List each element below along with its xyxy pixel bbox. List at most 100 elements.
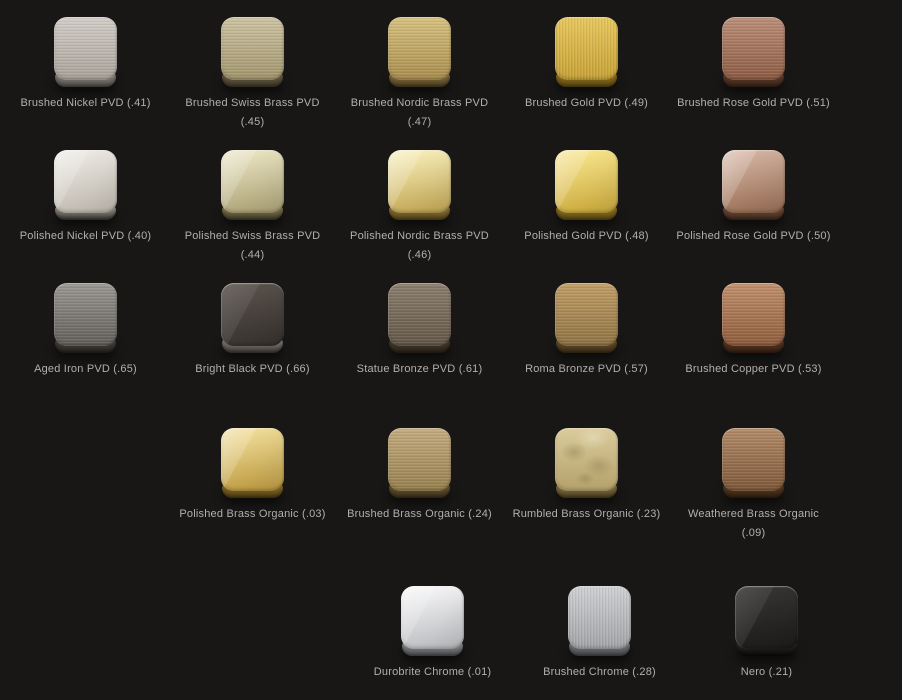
swatch-face (388, 428, 451, 491)
swatch-face (54, 283, 117, 346)
finish-option[interactable]: Polished Brass Organic (.03) (169, 428, 336, 543)
finish-row: Polished Brass Organic (.03) Brushed Bra… (169, 428, 837, 543)
finish-swatch[interactable] (221, 17, 284, 87)
finish-label-line: Polished Gold PVD (.48) (507, 227, 667, 246)
finish-label: Brushed Brass Organic (.24) (340, 505, 500, 524)
finish-label: Bright Black PVD (.66) (173, 360, 333, 379)
finish-label-line: Statue Bronze PVD (.61) (340, 360, 500, 379)
finish-label-line: Aged Iron PVD (.65) (6, 360, 166, 379)
finish-swatch[interactable] (735, 586, 798, 656)
swatch-face (221, 150, 284, 213)
finish-label: Polished Rose Gold PVD (.50) (674, 227, 834, 246)
finish-row: Polished Nickel PVD (.40) Polished Swiss… (2, 150, 837, 265)
finish-option[interactable]: Brushed Nickel PVD (.41) (2, 17, 169, 132)
finish-option[interactable]: Brushed Nordic Brass PVD(.47) (336, 17, 503, 132)
finish-label-line: Brushed Swiss Brass PVD (173, 94, 333, 113)
finish-label: Brushed Chrome (.28) (520, 663, 680, 682)
finish-option[interactable]: Brushed Rose Gold PVD (.51) (670, 17, 837, 132)
finish-option[interactable]: Weathered Brass Organic(.09) (670, 428, 837, 543)
finish-swatch[interactable] (722, 150, 785, 220)
finish-option[interactable]: Rumbled Brass Organic (.23) (503, 428, 670, 543)
swatch-face (735, 586, 798, 649)
swatch-face (221, 428, 284, 491)
finish-option[interactable]: Statue Bronze PVD (.61) (336, 283, 503, 379)
finish-swatch[interactable] (722, 428, 785, 498)
finish-row: Aged Iron PVD (.65) Bright Black PVD (.6… (2, 283, 837, 379)
gloss-highlight (221, 150, 284, 213)
finish-label: Roma Bronze PVD (.57) (507, 360, 667, 379)
finish-label: Polished Gold PVD (.48) (507, 227, 667, 246)
finish-swatch[interactable] (568, 586, 631, 656)
finish-label-line: Brushed Rose Gold PVD (.51) (674, 94, 834, 113)
swatch-face (555, 428, 618, 491)
finish-label: Polished Brass Organic (.03) (173, 505, 333, 524)
finish-label: Statue Bronze PVD (.61) (340, 360, 500, 379)
finish-label: Brushed Gold PVD (.49) (507, 94, 667, 113)
finish-option[interactable]: Brushed Brass Organic (.24) (336, 428, 503, 543)
finish-label-line: Weathered Brass Organic (674, 505, 834, 524)
finish-label: Polished Nickel PVD (.40) (6, 227, 166, 246)
finish-label: Brushed Copper PVD (.53) (674, 360, 834, 379)
finish-label-line: Polished Nickel PVD (.40) (6, 227, 166, 246)
finish-label-line: Durobrite Chrome (.01) (353, 663, 513, 682)
finish-swatch[interactable] (388, 17, 451, 87)
finish-option[interactable]: Brushed Chrome (.28) (516, 586, 683, 682)
finish-swatch[interactable] (722, 17, 785, 87)
gloss-highlight (722, 150, 785, 213)
finish-swatch[interactable] (221, 283, 284, 353)
finish-swatch[interactable] (555, 17, 618, 87)
finish-swatch[interactable] (54, 150, 117, 220)
finish-label-line: Brushed Copper PVD (.53) (674, 360, 834, 379)
finish-swatch[interactable] (388, 428, 451, 498)
gloss-highlight (54, 150, 117, 213)
finish-option[interactable]: Brushed Copper PVD (.53) (670, 283, 837, 379)
finish-option[interactable]: Polished Rose Gold PVD (.50) (670, 150, 837, 265)
finish-label-line: (.45) (173, 113, 333, 132)
swatch-face (722, 428, 785, 491)
finish-option[interactable]: Brushed Gold PVD (.49) (503, 17, 670, 132)
finish-swatch[interactable] (221, 428, 284, 498)
finish-label: Durobrite Chrome (.01) (353, 663, 513, 682)
finish-label: Brushed Nordic Brass PVD(.47) (340, 94, 500, 132)
finish-label: Polished Nordic Brass PVD(.46) (340, 227, 500, 265)
finish-label-line: Brushed Brass Organic (.24) (340, 505, 500, 524)
finish-option[interactable]: Roma Bronze PVD (.57) (503, 283, 670, 379)
swatch-face (401, 586, 464, 649)
finish-swatch[interactable] (555, 150, 618, 220)
finish-label-line: Brushed Gold PVD (.49) (507, 94, 667, 113)
finish-swatch[interactable] (221, 150, 284, 220)
finish-swatch[interactable] (388, 283, 451, 353)
finish-label: Nero (.21) (687, 663, 847, 682)
finish-label-line: Polished Swiss Brass PVD (173, 227, 333, 246)
finish-option[interactable]: Polished Swiss Brass PVD(.44) (169, 150, 336, 265)
finish-option[interactable]: Aged Iron PVD (.65) (2, 283, 169, 379)
finish-option[interactable]: Polished Nickel PVD (.40) (2, 150, 169, 265)
finish-swatch[interactable] (54, 283, 117, 353)
finish-option[interactable]: Bright Black PVD (.66) (169, 283, 336, 379)
finish-option[interactable]: Polished Nordic Brass PVD(.46) (336, 150, 503, 265)
finish-swatch[interactable] (555, 428, 618, 498)
finish-option[interactable]: Polished Gold PVD (.48) (503, 150, 670, 265)
swatch-face (221, 283, 284, 346)
finish-swatch[interactable] (388, 150, 451, 220)
finish-swatch[interactable] (54, 17, 117, 87)
finish-label: Brushed Rose Gold PVD (.51) (674, 94, 834, 113)
swatch-face (722, 283, 785, 346)
gloss-highlight (221, 428, 284, 491)
swatch-face (722, 150, 785, 213)
finish-label: Weathered Brass Organic(.09) (674, 505, 834, 543)
gloss-highlight (735, 586, 798, 649)
finish-label-line: Brushed Nordic Brass PVD (340, 94, 500, 113)
finish-option[interactable]: Brushed Swiss Brass PVD(.45) (169, 17, 336, 132)
swatch-face (568, 586, 631, 649)
gloss-highlight (401, 586, 464, 649)
finish-swatch[interactable] (401, 586, 464, 656)
finish-swatch[interactable] (722, 283, 785, 353)
gloss-highlight (221, 283, 284, 346)
finish-swatch[interactable] (555, 283, 618, 353)
finish-option[interactable]: Durobrite Chrome (.01) (349, 586, 516, 682)
finish-label-line: Bright Black PVD (.66) (173, 360, 333, 379)
finish-label: Rumbled Brass Organic (.23) (507, 505, 667, 524)
finish-option[interactable]: Nero (.21) (683, 586, 850, 682)
gloss-highlight (388, 150, 451, 213)
